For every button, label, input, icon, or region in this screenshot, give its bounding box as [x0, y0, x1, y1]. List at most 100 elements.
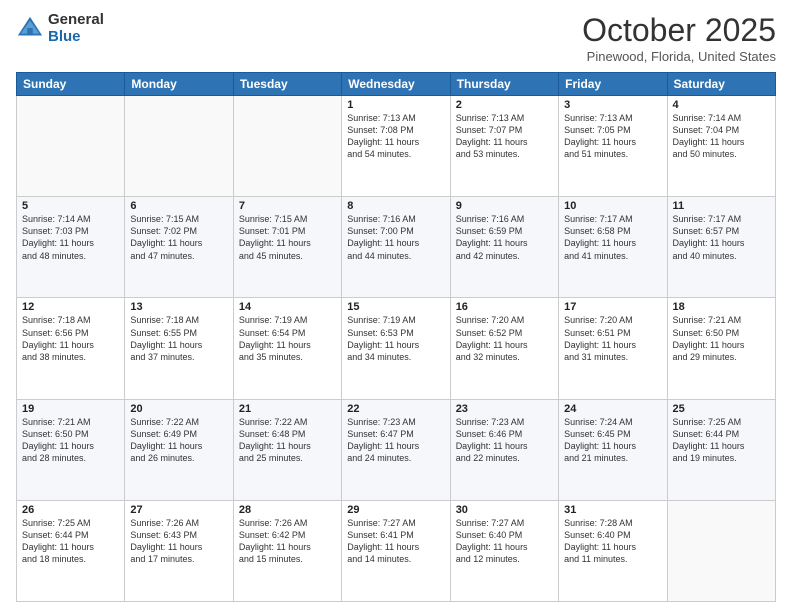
day-info: Sunrise: 7:22 AM Sunset: 6:48 PM Dayligh…	[239, 416, 336, 465]
calendar-cell: 24Sunrise: 7:24 AM Sunset: 6:45 PM Dayli…	[559, 399, 667, 500]
day-number: 22	[347, 403, 444, 415]
day-number: 27	[130, 504, 227, 516]
day-info: Sunrise: 7:26 AM Sunset: 6:42 PM Dayligh…	[239, 517, 336, 566]
calendar-header-saturday: Saturday	[667, 73, 775, 96]
calendar-cell: 26Sunrise: 7:25 AM Sunset: 6:44 PM Dayli…	[17, 500, 125, 601]
calendar-week-row: 1Sunrise: 7:13 AM Sunset: 7:08 PM Daylig…	[17, 96, 776, 197]
calendar-cell: 22Sunrise: 7:23 AM Sunset: 6:47 PM Dayli…	[342, 399, 450, 500]
calendar-cell	[125, 96, 233, 197]
day-info: Sunrise: 7:14 AM Sunset: 7:03 PM Dayligh…	[22, 213, 119, 262]
calendar-week-row: 19Sunrise: 7:21 AM Sunset: 6:50 PM Dayli…	[17, 399, 776, 500]
calendar-header-sunday: Sunday	[17, 73, 125, 96]
calendar-cell: 2Sunrise: 7:13 AM Sunset: 7:07 PM Daylig…	[450, 96, 558, 197]
day-number: 6	[130, 200, 227, 212]
day-number: 25	[673, 403, 770, 415]
day-info: Sunrise: 7:23 AM Sunset: 6:47 PM Dayligh…	[347, 416, 444, 465]
calendar-header-monday: Monday	[125, 73, 233, 96]
day-number: 29	[347, 504, 444, 516]
logo: General Blue	[16, 12, 104, 45]
day-info: Sunrise: 7:19 AM Sunset: 6:53 PM Dayligh…	[347, 314, 444, 363]
day-info: Sunrise: 7:25 AM Sunset: 6:44 PM Dayligh…	[673, 416, 770, 465]
calendar-cell: 7Sunrise: 7:15 AM Sunset: 7:01 PM Daylig…	[233, 197, 341, 298]
calendar-week-row: 12Sunrise: 7:18 AM Sunset: 6:56 PM Dayli…	[17, 298, 776, 399]
day-number: 9	[456, 200, 553, 212]
logo-general-text: General	[48, 12, 104, 29]
day-info: Sunrise: 7:18 AM Sunset: 6:55 PM Dayligh…	[130, 314, 227, 363]
day-number: 26	[22, 504, 119, 516]
day-number: 10	[564, 200, 661, 212]
day-number: 19	[22, 403, 119, 415]
day-info: Sunrise: 7:21 AM Sunset: 6:50 PM Dayligh…	[673, 314, 770, 363]
logo-blue-text: Blue	[48, 29, 104, 46]
logo-text: General Blue	[48, 12, 104, 45]
day-info: Sunrise: 7:17 AM Sunset: 6:57 PM Dayligh…	[673, 213, 770, 262]
header: General Blue October 2025 Pinewood, Flor…	[16, 12, 776, 64]
calendar-cell: 3Sunrise: 7:13 AM Sunset: 7:05 PM Daylig…	[559, 96, 667, 197]
day-info: Sunrise: 7:25 AM Sunset: 6:44 PM Dayligh…	[22, 517, 119, 566]
calendar-cell: 12Sunrise: 7:18 AM Sunset: 6:56 PM Dayli…	[17, 298, 125, 399]
day-info: Sunrise: 7:22 AM Sunset: 6:49 PM Dayligh…	[130, 416, 227, 465]
day-info: Sunrise: 7:19 AM Sunset: 6:54 PM Dayligh…	[239, 314, 336, 363]
logo-icon	[16, 15, 44, 43]
day-info: Sunrise: 7:15 AM Sunset: 7:01 PM Dayligh…	[239, 213, 336, 262]
day-info: Sunrise: 7:14 AM Sunset: 7:04 PM Dayligh…	[673, 112, 770, 161]
day-number: 3	[564, 99, 661, 111]
day-info: Sunrise: 7:26 AM Sunset: 6:43 PM Dayligh…	[130, 517, 227, 566]
calendar-cell: 9Sunrise: 7:16 AM Sunset: 6:59 PM Daylig…	[450, 197, 558, 298]
calendar-cell: 18Sunrise: 7:21 AM Sunset: 6:50 PM Dayli…	[667, 298, 775, 399]
day-number: 7	[239, 200, 336, 212]
day-info: Sunrise: 7:24 AM Sunset: 6:45 PM Dayligh…	[564, 416, 661, 465]
day-number: 14	[239, 301, 336, 313]
day-number: 4	[673, 99, 770, 111]
calendar-cell: 8Sunrise: 7:16 AM Sunset: 7:00 PM Daylig…	[342, 197, 450, 298]
day-number: 30	[456, 504, 553, 516]
day-number: 2	[456, 99, 553, 111]
day-info: Sunrise: 7:16 AM Sunset: 7:00 PM Dayligh…	[347, 213, 444, 262]
calendar-cell: 25Sunrise: 7:25 AM Sunset: 6:44 PM Dayli…	[667, 399, 775, 500]
calendar-cell: 31Sunrise: 7:28 AM Sunset: 6:40 PM Dayli…	[559, 500, 667, 601]
day-number: 24	[564, 403, 661, 415]
calendar-cell: 10Sunrise: 7:17 AM Sunset: 6:58 PM Dayli…	[559, 197, 667, 298]
calendar-cell: 28Sunrise: 7:26 AM Sunset: 6:42 PM Dayli…	[233, 500, 341, 601]
day-number: 8	[347, 200, 444, 212]
calendar-cell: 6Sunrise: 7:15 AM Sunset: 7:02 PM Daylig…	[125, 197, 233, 298]
header-right: October 2025 Pinewood, Florida, United S…	[582, 12, 776, 64]
calendar-cell: 27Sunrise: 7:26 AM Sunset: 6:43 PM Dayli…	[125, 500, 233, 601]
day-info: Sunrise: 7:18 AM Sunset: 6:56 PM Dayligh…	[22, 314, 119, 363]
day-number: 15	[347, 301, 444, 313]
calendar-cell: 17Sunrise: 7:20 AM Sunset: 6:51 PM Dayli…	[559, 298, 667, 399]
day-info: Sunrise: 7:23 AM Sunset: 6:46 PM Dayligh…	[456, 416, 553, 465]
calendar-cell	[233, 96, 341, 197]
day-info: Sunrise: 7:13 AM Sunset: 7:08 PM Dayligh…	[347, 112, 444, 161]
location: Pinewood, Florida, United States	[582, 49, 776, 64]
day-number: 28	[239, 504, 336, 516]
calendar-cell: 4Sunrise: 7:14 AM Sunset: 7:04 PM Daylig…	[667, 96, 775, 197]
calendar-header-thursday: Thursday	[450, 73, 558, 96]
day-info: Sunrise: 7:13 AM Sunset: 7:07 PM Dayligh…	[456, 112, 553, 161]
calendar-cell: 14Sunrise: 7:19 AM Sunset: 6:54 PM Dayli…	[233, 298, 341, 399]
day-number: 1	[347, 99, 444, 111]
calendar-cell: 15Sunrise: 7:19 AM Sunset: 6:53 PM Dayli…	[342, 298, 450, 399]
day-info: Sunrise: 7:17 AM Sunset: 6:58 PM Dayligh…	[564, 213, 661, 262]
day-number: 13	[130, 301, 227, 313]
calendar-cell: 21Sunrise: 7:22 AM Sunset: 6:48 PM Dayli…	[233, 399, 341, 500]
day-number: 20	[130, 403, 227, 415]
calendar-cell: 19Sunrise: 7:21 AM Sunset: 6:50 PM Dayli…	[17, 399, 125, 500]
calendar-cell: 20Sunrise: 7:22 AM Sunset: 6:49 PM Dayli…	[125, 399, 233, 500]
day-info: Sunrise: 7:15 AM Sunset: 7:02 PM Dayligh…	[130, 213, 227, 262]
month-title: October 2025	[582, 12, 776, 49]
calendar-cell	[17, 96, 125, 197]
page: General Blue October 2025 Pinewood, Flor…	[0, 0, 792, 612]
calendar-cell: 23Sunrise: 7:23 AM Sunset: 6:46 PM Dayli…	[450, 399, 558, 500]
calendar-header-friday: Friday	[559, 73, 667, 96]
calendar-cell: 5Sunrise: 7:14 AM Sunset: 7:03 PM Daylig…	[17, 197, 125, 298]
day-number: 11	[673, 200, 770, 212]
calendar-cell: 29Sunrise: 7:27 AM Sunset: 6:41 PM Dayli…	[342, 500, 450, 601]
calendar-header-tuesday: Tuesday	[233, 73, 341, 96]
calendar-header-row: SundayMondayTuesdayWednesdayThursdayFrid…	[17, 73, 776, 96]
day-info: Sunrise: 7:16 AM Sunset: 6:59 PM Dayligh…	[456, 213, 553, 262]
calendar-cell: 16Sunrise: 7:20 AM Sunset: 6:52 PM Dayli…	[450, 298, 558, 399]
calendar-week-row: 5Sunrise: 7:14 AM Sunset: 7:03 PM Daylig…	[17, 197, 776, 298]
day-number: 12	[22, 301, 119, 313]
day-info: Sunrise: 7:20 AM Sunset: 6:51 PM Dayligh…	[564, 314, 661, 363]
